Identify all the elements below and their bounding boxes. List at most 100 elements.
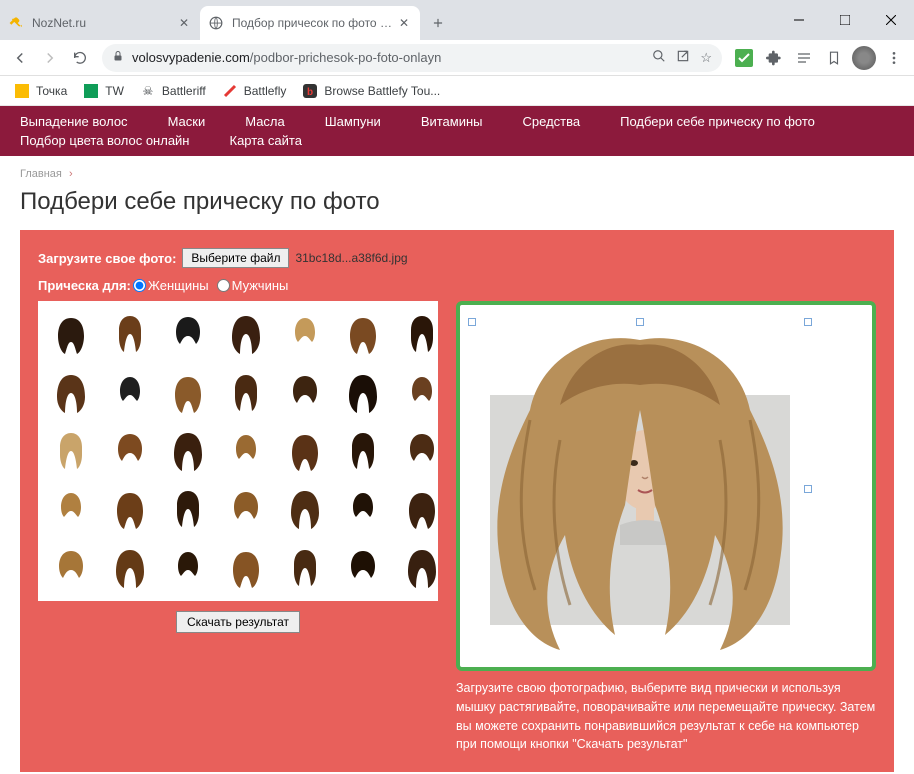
bookmark-ext-icon[interactable]	[820, 44, 848, 72]
tab-active[interactable]: Подбор причесок по фото онла ✕	[200, 6, 420, 40]
hair-thumb[interactable]	[219, 541, 273, 595]
hair-thumb[interactable]	[102, 541, 156, 595]
nav-link[interactable]: Масла	[245, 114, 285, 129]
hair-thumb[interactable]	[278, 365, 332, 419]
hair-thumb[interactable]	[161, 482, 215, 536]
maximize-button[interactable]	[822, 0, 868, 40]
nav-link[interactable]: Выпадение волос	[20, 114, 128, 129]
hair-thumb[interactable]	[44, 365, 98, 419]
url-path: /podbor-prichesok-po-foto-onlayn	[250, 50, 442, 65]
nav-link[interactable]: Маски	[168, 114, 206, 129]
page-content: Главная › Подбери себе прическу по фото …	[0, 156, 914, 774]
hair-thumb[interactable]	[219, 307, 273, 361]
red-slash-icon	[222, 83, 238, 99]
globe-icon	[208, 15, 224, 31]
hair-thumb[interactable]	[44, 307, 98, 361]
bookmark-tochka[interactable]: Точка	[8, 79, 73, 103]
star-icon[interactable]: ☆	[700, 50, 712, 66]
resize-handle-nw[interactable]	[468, 318, 476, 326]
hair-thumb[interactable]	[44, 424, 98, 478]
bookmarks-bar: Точка TW ☠Battleriff Battlefly bBrowse B…	[0, 76, 914, 106]
tab-title: Подбор причесок по фото онла	[232, 16, 396, 30]
hair-thumb[interactable]	[102, 365, 156, 419]
minimize-button[interactable]	[776, 0, 822, 40]
resize-handle-e[interactable]	[804, 485, 812, 493]
hair-thumb[interactable]	[336, 365, 390, 419]
nav-link[interactable]: Подбор цвета волос онлайн	[20, 133, 190, 148]
nav-link[interactable]: Подбери себе прическу по фото	[620, 114, 815, 129]
hair-thumb[interactable]	[394, 541, 438, 595]
search-icon[interactable]	[652, 49, 666, 66]
upload-label: Загрузите свое фото:	[38, 251, 176, 266]
radio-women[interactable]	[133, 279, 146, 292]
nav-link[interactable]: Средства	[523, 114, 581, 129]
bookmark-battleriff[interactable]: ☠Battleriff	[134, 79, 212, 103]
close-icon[interactable]: ✕	[396, 15, 412, 31]
hair-thumb[interactable]	[394, 482, 438, 536]
bookmark-battlefy[interactable]: bBrowse Battlefy Tou...	[296, 79, 446, 103]
choose-file-button[interactable]: Выберите файл	[182, 248, 289, 268]
resize-handle-ne[interactable]	[804, 318, 812, 326]
hair-thumb[interactable]	[394, 307, 438, 361]
hair-thumb[interactable]	[219, 482, 273, 536]
hairstyle-grid[interactable]	[38, 301, 438, 601]
hair-thumb[interactable]	[44, 482, 98, 536]
bookmark-battlefly[interactable]: Battlefly	[216, 79, 293, 103]
wrench-icon	[8, 15, 24, 31]
reading-list-icon[interactable]	[790, 44, 818, 72]
hair-thumb[interactable]	[219, 424, 273, 478]
share-icon[interactable]	[676, 49, 690, 66]
reload-button[interactable]	[66, 44, 94, 72]
hair-thumb[interactable]	[219, 365, 273, 419]
window-controls	[776, 0, 914, 40]
browser-titlebar: NozNet.ru ✕ Подбор причесок по фото онла…	[0, 0, 914, 40]
filename-label: 31bc18d...a38f6d.jpg	[295, 251, 407, 265]
hair-thumb[interactable]	[161, 307, 215, 361]
gender-label: Прическа для:	[38, 278, 131, 293]
extension-check-icon[interactable]	[730, 44, 758, 72]
hair-thumb[interactable]	[278, 307, 332, 361]
hair-thumb[interactable]	[394, 365, 438, 419]
radio-men[interactable]	[217, 279, 230, 292]
hair-thumb[interactable]	[102, 482, 156, 536]
new-tab-button[interactable]	[424, 9, 452, 37]
nav-link[interactable]: Карта сайта	[230, 133, 302, 148]
tab-noznet[interactable]: NozNet.ru ✕	[0, 6, 200, 40]
breadcrumb-home[interactable]: Главная	[20, 168, 62, 180]
hair-thumb[interactable]	[278, 482, 332, 536]
extensions-icon[interactable]	[760, 44, 788, 72]
download-button[interactable]: Скачать результат	[176, 611, 300, 633]
hair-overlay[interactable]	[470, 320, 810, 660]
hair-thumb[interactable]	[336, 482, 390, 536]
resize-handle-n[interactable]	[636, 318, 644, 326]
forward-button[interactable]	[36, 44, 64, 72]
hair-thumb[interactable]	[44, 541, 98, 595]
menu-icon[interactable]	[880, 44, 908, 72]
hair-thumb[interactable]	[102, 307, 156, 361]
battlefy-icon: b	[302, 83, 318, 99]
preview-box[interactable]	[456, 301, 876, 671]
hair-thumb[interactable]	[336, 307, 390, 361]
back-button[interactable]	[6, 44, 34, 72]
bookmark-tw[interactable]: TW	[77, 79, 130, 103]
close-icon[interactable]: ✕	[176, 15, 192, 31]
hair-thumb[interactable]	[278, 424, 332, 478]
hair-thumb[interactable]	[161, 424, 215, 478]
address-bar[interactable]: volosvypadenie.com/podbor-prichesok-po-f…	[102, 44, 722, 72]
hair-thumb[interactable]	[161, 541, 215, 595]
hair-thumb[interactable]	[102, 424, 156, 478]
hair-thumb[interactable]	[394, 424, 438, 478]
url-host: volosvypadenie.com	[132, 50, 250, 65]
close-window-button[interactable]	[868, 0, 914, 40]
hair-thumb[interactable]	[336, 541, 390, 595]
hair-thumb[interactable]	[278, 541, 332, 595]
skull-icon: ☠	[140, 83, 156, 99]
nav-link[interactable]: Витамины	[421, 114, 483, 129]
yellow-square-icon	[14, 83, 30, 99]
nav-link[interactable]: Шампуни	[325, 114, 381, 129]
tab-title: NozNet.ru	[32, 16, 176, 30]
profile-avatar[interactable]	[850, 44, 878, 72]
site-nav: Выпадение волос Маски Масла Шампуни Вита…	[0, 106, 914, 156]
hair-thumb[interactable]	[336, 424, 390, 478]
hair-thumb[interactable]	[161, 365, 215, 419]
